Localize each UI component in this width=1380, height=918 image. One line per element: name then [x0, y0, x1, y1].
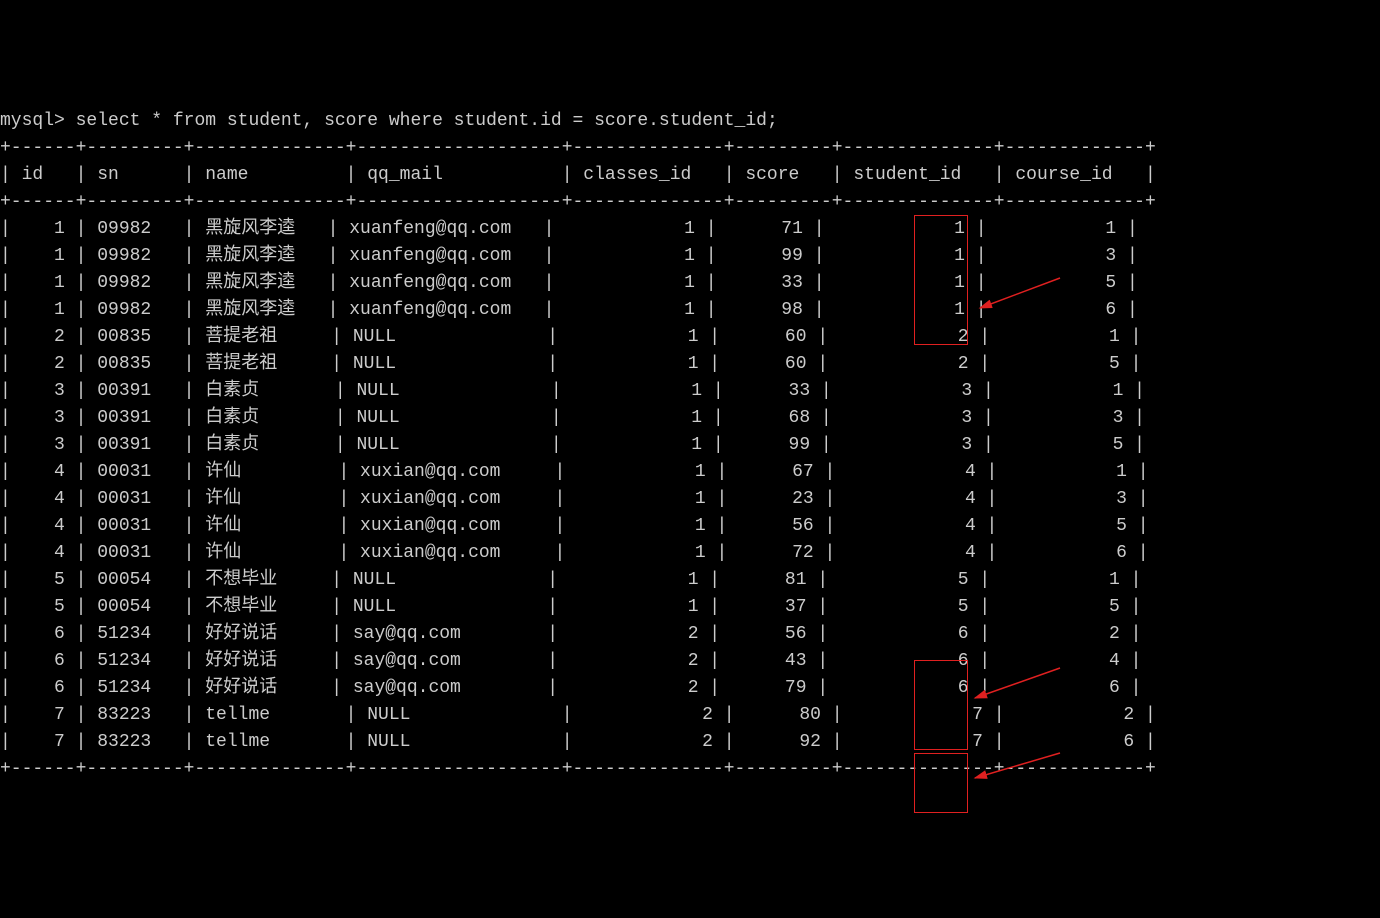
- sql-query-line: mysql> select * from student, score wher…: [0, 108, 1380, 135]
- table-row: | 1 | 09982 | 黑旋风李逵 | xuanfeng@qq.com | …: [0, 297, 1380, 324]
- sql-query: select * from student, score where stude…: [76, 111, 778, 131]
- mysql-prompt: mysql>: [0, 111, 76, 131]
- table-row: | 1 | 09982 | 黑旋风李逵 | xuanfeng@qq.com | …: [0, 243, 1380, 270]
- table-row: | 4 | 00031 | 许仙 | xuxian@qq.com | 1 | 2…: [0, 486, 1380, 513]
- table-row: | 7 | 83223 | tellme | NULL | 2 | 80 | 7…: [0, 702, 1380, 729]
- table-row: | 4 | 00031 | 许仙 | xuxian@qq.com | 1 | 6…: [0, 459, 1380, 486]
- table-row: | 5 | 00054 | 不想毕业 | NULL | 1 | 37 | 5 |…: [0, 594, 1380, 621]
- table-row: | 3 | 00391 | 白素贞 | NULL | 1 | 99 | 3 | …: [0, 432, 1380, 459]
- table-border-header: +------+---------+--------------+-------…: [0, 189, 1380, 216]
- table-row: | 3 | 00391 | 白素贞 | NULL | 1 | 68 | 3 | …: [0, 405, 1380, 432]
- table-row: | 3 | 00391 | 白素贞 | NULL | 1 | 33 | 3 | …: [0, 378, 1380, 405]
- table-row: | 2 | 00835 | 菩提老祖 | NULL | 1 | 60 | 2 |…: [0, 351, 1380, 378]
- table-row: | 6 | 51234 | 好好说话 | say@qq.com | 2 | 56…: [0, 621, 1380, 648]
- table-row: | 1 | 09982 | 黑旋风李逵 | xuanfeng@qq.com | …: [0, 270, 1380, 297]
- table-header-row: | id | sn | name | qq_mail | classes_id …: [0, 162, 1380, 189]
- table-row: | 2 | 00835 | 菩提老祖 | NULL | 1 | 60 | 2 |…: [0, 324, 1380, 351]
- mysql-terminal: mysql> select * from student, score wher…: [0, 108, 1380, 783]
- table-row: | 5 | 00054 | 不想毕业 | NULL | 1 | 81 | 5 |…: [0, 567, 1380, 594]
- table-row: | 6 | 51234 | 好好说话 | say@qq.com | 2 | 43…: [0, 648, 1380, 675]
- table-row: | 7 | 83223 | tellme | NULL | 2 | 92 | 7…: [0, 729, 1380, 756]
- table-row: | 6 | 51234 | 好好说话 | say@qq.com | 2 | 79…: [0, 675, 1380, 702]
- table-row: | 4 | 00031 | 许仙 | xuxian@qq.com | 1 | 5…: [0, 513, 1380, 540]
- table-border-bottom: +------+---------+--------------+-------…: [0, 756, 1380, 783]
- table-row: | 1 | 09982 | 黑旋风李逵 | xuanfeng@qq.com | …: [0, 216, 1380, 243]
- table-row: | 4 | 00031 | 许仙 | xuxian@qq.com | 1 | 7…: [0, 540, 1380, 567]
- table-border-top: +------+---------+--------------+-------…: [0, 135, 1380, 162]
